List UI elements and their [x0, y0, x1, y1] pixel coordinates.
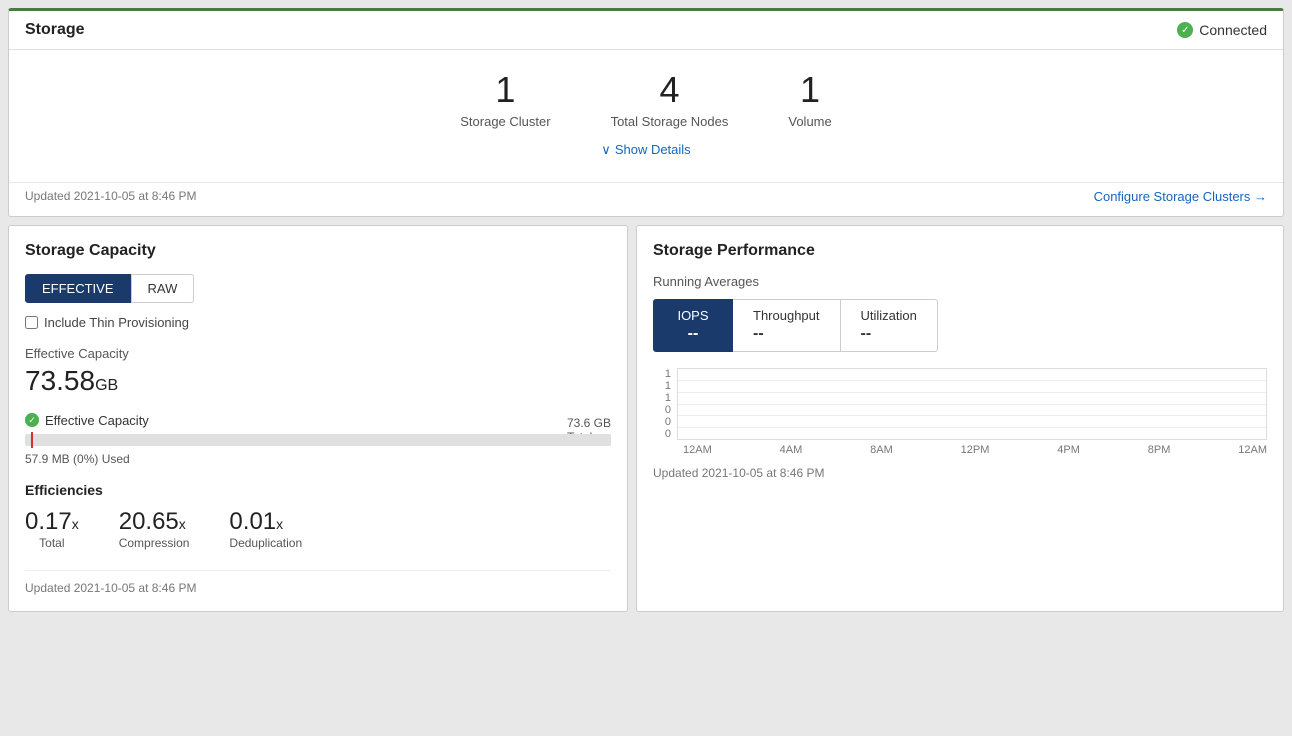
throughput-value: -- [753, 325, 820, 343]
capacity-panel-title: Storage Capacity [25, 242, 611, 260]
stats-row: 1 Storage Cluster 4 Total Storage Nodes … [25, 70, 1267, 129]
storage-capacity-panel: Storage Capacity EFFECTIVE RAW Include T… [8, 225, 628, 612]
tab-utilization[interactable]: Utilization -- [841, 299, 938, 352]
progress-bar [25, 434, 611, 446]
efficiency-compression-value: 20.65x [119, 508, 190, 536]
capacity-number: 73.58 [25, 365, 95, 396]
show-details-link[interactable]: ∨ Show Details [601, 142, 690, 158]
page-title: Storage [25, 21, 85, 39]
efficiency-dedup-value: 0.01x [229, 508, 302, 536]
connection-status: ✓ Connected [1177, 22, 1267, 38]
progress-header: ✓ Effective Capacity [25, 413, 611, 428]
chevron-down-icon: ∨ [601, 142, 611, 158]
progress-marker [31, 432, 33, 448]
status-icon: ✓ [1177, 22, 1193, 38]
efficiency-compression: 20.65x Compression [119, 508, 190, 550]
nodes-label: Total Storage Nodes [611, 114, 729, 129]
tab-throughput[interactable]: Throughput -- [733, 299, 841, 352]
volume-count: 1 [800, 70, 820, 110]
efficiency-dedup-label: Deduplication [229, 536, 302, 550]
tab-effective[interactable]: EFFECTIVE [25, 274, 131, 303]
header: Storage ✓ Connected [9, 11, 1283, 50]
stat-nodes: 4 Total Storage Nodes [611, 70, 729, 129]
capacity-unit: GB [95, 377, 118, 394]
main-container: Storage ✓ Connected 1 Storage Cluster 4 … [8, 8, 1284, 217]
grid-line-1 [678, 380, 1266, 381]
stats-updated-text: Updated 2021-10-05 at 8:46 PM [25, 189, 196, 203]
progress-section: ✓ Effective Capacity 73.6 GB Total 57.9 … [25, 413, 611, 466]
stats-footer: Updated 2021-10-05 at 8:46 PM Configure … [9, 182, 1283, 216]
cluster-label: Storage Cluster [460, 114, 550, 129]
running-averages-label: Running Averages [653, 274, 1267, 289]
efficiencies-title: Efficiencies [25, 482, 611, 498]
stats-section: 1 Storage Cluster 4 Total Storage Nodes … [9, 50, 1283, 182]
thin-provisioning-label: Include Thin Provisioning [44, 315, 189, 330]
nodes-count: 4 [659, 70, 679, 110]
progress-status-icon: ✓ [25, 413, 39, 427]
volume-label: Volume [788, 114, 831, 129]
progress-label: Effective Capacity [45, 413, 149, 428]
grid-line-2 [678, 392, 1266, 393]
configure-storage-link[interactable]: Configure Storage Clusters → [1094, 189, 1267, 204]
status-label: Connected [1199, 22, 1267, 38]
iops-label: IOPS [677, 308, 708, 323]
capacity-footer: Updated 2021-10-05 at 8:46 PM [25, 570, 611, 595]
performance-updated-text: Updated 2021-10-05 at 8:46 PM [653, 466, 824, 480]
stat-cluster: 1 Storage Cluster [460, 70, 550, 129]
utilization-label: Utilization [861, 308, 917, 323]
iops-value: -- [670, 325, 716, 343]
grid-line-4 [678, 415, 1266, 416]
utilization-value: -- [861, 325, 917, 343]
efficiency-total-value: 0.17x [25, 508, 79, 536]
progress-used-text: 57.9 MB (0%) Used [25, 452, 611, 466]
capacity-tab-group: EFFECTIVE RAW [25, 274, 611, 303]
performance-tab-group: IOPS -- Throughput -- Utilization -- [653, 299, 1267, 352]
panels-row: Storage Capacity EFFECTIVE RAW Include T… [8, 225, 1284, 612]
efficiency-total: 0.17x Total [25, 508, 79, 550]
cluster-count: 1 [495, 70, 515, 110]
capacity-updated-text: Updated 2021-10-05 at 8:46 PM [25, 581, 196, 595]
stat-volume: 1 Volume [788, 70, 831, 129]
storage-performance-panel: Storage Performance Running Averages IOP… [636, 225, 1284, 612]
chart-plot [677, 368, 1267, 440]
chart-section: ⬇ 1 1 1 0 0 0 12AM [653, 368, 1267, 456]
efficiency-dedup: 0.01x Deduplication [229, 508, 302, 550]
tab-iops[interactable]: IOPS -- [653, 299, 733, 352]
efficiencies-row: 0.17x Total 20.65x Compression 0.01x Ded… [25, 508, 611, 550]
chart-area: 1 1 1 0 0 0 [653, 368, 1267, 440]
grid-line-3 [678, 404, 1266, 405]
effective-capacity-label: Effective Capacity [25, 346, 611, 361]
efficiency-total-label: Total [25, 536, 79, 550]
thin-provisioning-checkbox[interactable] [25, 316, 38, 329]
tab-raw[interactable]: RAW [131, 274, 195, 303]
efficiency-compression-label: Compression [119, 536, 190, 550]
chart-x-axis: 12AM 4AM 8AM 12PM 4PM 8PM 12AM [683, 440, 1267, 456]
capacity-value-display: 73.58GB [25, 365, 611, 397]
chart-y-axis: 1 1 1 0 0 0 [653, 368, 677, 440]
performance-footer: Updated 2021-10-05 at 8:46 PM [653, 466, 1267, 480]
grid-line-5 [678, 427, 1266, 428]
throughput-label: Throughput [753, 308, 820, 323]
show-details-label: Show Details [615, 142, 691, 157]
performance-panel-title: Storage Performance [653, 242, 1267, 260]
thin-provisioning-row: Include Thin Provisioning [25, 315, 611, 330]
